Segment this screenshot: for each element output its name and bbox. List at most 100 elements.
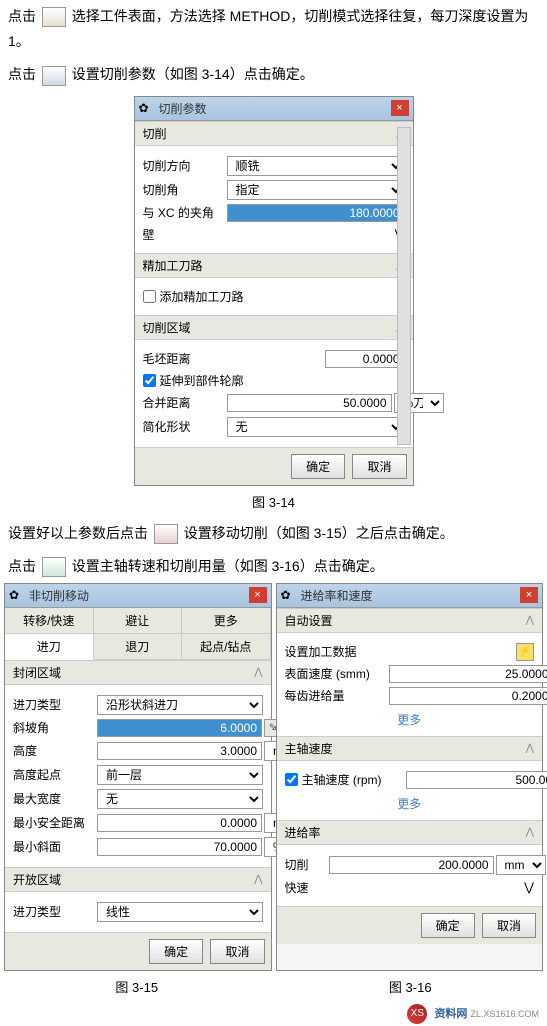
- blank-dist-label: 毛坯距离: [143, 350, 223, 367]
- collapse-icon: ⋀: [526, 615, 534, 626]
- gear-icon: ✿: [281, 588, 295, 602]
- blank-dist-input[interactable]: [325, 350, 405, 368]
- surface-speed-input[interactable]: [389, 665, 547, 683]
- tab-transfer[interactable]: 转移/快速: [5, 608, 94, 633]
- extend-checkbox[interactable]: [143, 374, 156, 387]
- doc-line-2: 点击 设置切削参数（如图 3-14）点击确定。: [0, 58, 547, 91]
- line2b: 设置切削参数（如图 3-14）点击确定。: [72, 66, 314, 82]
- section-region[interactable]: 切削区域 ⋀: [135, 315, 413, 340]
- direction-select[interactable]: 顺铣: [227, 156, 405, 176]
- line1b: 选择工件表面，方法选择 METHOD，切削模式选择往复，每刀深度设置为 1。: [8, 8, 528, 49]
- expand-icon[interactable]: ⋁: [524, 880, 534, 894]
- tab-start[interactable]: 起点/钻点: [182, 634, 271, 659]
- max-width-select[interactable]: 无: [97, 789, 263, 809]
- titlebar: ✿ 非切削移动 ×: [5, 584, 271, 608]
- more-link-2[interactable]: 更多: [285, 793, 535, 814]
- lightning-button[interactable]: ⚡: [516, 643, 534, 661]
- rapid-label: 快速: [285, 879, 365, 896]
- ramp-angle-input[interactable]: [97, 719, 262, 737]
- tab-retract[interactable]: 退刀: [94, 634, 183, 659]
- cut-label: 切削: [285, 856, 325, 873]
- section-spindle[interactable]: 主轴速度 ⋀: [277, 736, 543, 761]
- dialog-footer: 确定 取消: [277, 906, 543, 944]
- ok-button[interactable]: 确定: [421, 913, 475, 938]
- feed-speed-icon: [42, 557, 66, 577]
- extend-label: 延伸到部件轮廓: [160, 372, 244, 389]
- height-start-select[interactable]: 前一层: [97, 765, 263, 785]
- dialog-title: 非切削移动: [29, 587, 249, 604]
- titlebar: ✿ 切削参数 ×: [135, 97, 413, 121]
- add-finish-label: 添加精加工刀路: [160, 288, 244, 305]
- titlebar: ✿ 进给率和速度 ×: [277, 584, 543, 608]
- dialog-title: 进给率和速度: [301, 587, 521, 604]
- angle-label: 切削角: [143, 181, 223, 198]
- height-input[interactable]: [97, 742, 262, 760]
- feed-per-tooth-input[interactable]: [389, 687, 547, 705]
- close-button[interactable]: ×: [249, 587, 267, 603]
- scrollbar[interactable]: [397, 127, 411, 445]
- cut-unit-select[interactable]: mmpm: [496, 855, 546, 875]
- height-label: 高度: [13, 742, 93, 759]
- line3b: 设置移动切削（如图 3-15）之后点击确定。: [184, 525, 454, 541]
- cancel-button[interactable]: 取消: [482, 913, 536, 938]
- line1a: 点击: [8, 8, 36, 24]
- spindle-speed-input[interactable]: [406, 771, 547, 789]
- simplify-select[interactable]: 无: [227, 417, 405, 437]
- tab-more[interactable]: 更多: [182, 608, 271, 633]
- approach-type-select[interactable]: 沿形状斜进刀: [97, 695, 263, 715]
- height-start-label: 高度起点: [13, 766, 93, 783]
- add-finish-checkbox[interactable]: [143, 290, 156, 303]
- collapse-icon: ⋀: [254, 667, 262, 678]
- surface-speed-label: 表面速度 (smm): [285, 665, 385, 682]
- doc-line-4: 点击 设置主轴转速和切削用量（如图 3-16）点击确定。: [0, 550, 547, 583]
- line2a: 点击: [8, 66, 36, 82]
- ok-button[interactable]: 确定: [149, 939, 203, 964]
- cancel-button[interactable]: 取消: [352, 454, 406, 479]
- watermark-logo: XS: [407, 1004, 427, 1024]
- more-link-1[interactable]: 更多: [285, 709, 535, 730]
- spindle-checkbox[interactable]: [285, 773, 298, 786]
- spindle-speed-label: 主轴速度 (rpm): [302, 771, 402, 788]
- tab-avoid[interactable]: 避让: [94, 608, 183, 633]
- line3a: 设置好以上参数后点击: [8, 525, 148, 541]
- close-button[interactable]: ×: [520, 587, 538, 603]
- cut-input[interactable]: [329, 856, 494, 874]
- approach-type2-select[interactable]: 线性: [97, 902, 263, 922]
- section-open[interactable]: 开放区域 ⋀: [5, 867, 271, 892]
- feed-speed-dialog: ✿ 进给率和速度 × 自动设置 ⋀ 设置加工数据 ⚡ 表面速度 (smm) ▦ …: [276, 583, 544, 971]
- xc-angle-input[interactable]: [227, 204, 405, 222]
- min-ramp-input[interactable]: [97, 838, 262, 856]
- tab-row-2: 进刀 退刀 起点/钻点: [5, 634, 271, 660]
- feed-per-tooth-label: 每齿进给量: [285, 687, 385, 704]
- merge-dist-input[interactable]: [227, 394, 392, 412]
- gear-icon: ✿: [9, 588, 23, 602]
- section-auto[interactable]: 自动设置 ⋀: [277, 608, 543, 633]
- tab-approach[interactable]: 进刀: [5, 634, 94, 660]
- dialog-body: 切削 ⋀ 切削方向 顺铣 切削角 指定 与 XC 的夹角 壁 ⋁ 精加工刀路 ⋀: [135, 121, 413, 447]
- angle-select[interactable]: 指定: [227, 180, 405, 200]
- section-feed[interactable]: 进给率 ⋀: [277, 820, 543, 845]
- surface-icon: [42, 7, 66, 27]
- section-finish[interactable]: 精加工刀路 ⋀: [135, 253, 413, 278]
- doc-line-1: 点击 选择工件表面，方法选择 METHOD，切削模式选择往复，每刀深度设置为 1…: [0, 0, 547, 58]
- ok-button[interactable]: 确定: [291, 454, 345, 479]
- caption-14: 图 3-14: [0, 492, 547, 511]
- dialog-footer: 确定 取消: [5, 932, 271, 970]
- cancel-button[interactable]: 取消: [210, 939, 264, 964]
- watermark: XS 资料网 ZL.XS1616.COM: [0, 1002, 547, 1026]
- doc-line-3: 设置好以上参数后点击 设置移动切削（如图 3-15）之后点击确定。: [0, 517, 547, 550]
- section-closed[interactable]: 封闭区域 ⋀: [5, 660, 271, 685]
- ramp-angle-label: 斜坡角: [13, 719, 93, 736]
- simplify-label: 简化形状: [143, 418, 223, 435]
- close-button[interactable]: ×: [391, 100, 409, 116]
- gear-icon: ✿: [139, 101, 153, 115]
- wall-label: 壁: [143, 226, 223, 243]
- min-clearance-label: 最小安全距离: [13, 814, 93, 831]
- xc-angle-label: 与 XC 的夹角: [143, 204, 223, 221]
- min-ramp-label: 最小斜面: [13, 838, 93, 855]
- min-clearance-input[interactable]: [97, 814, 262, 832]
- non-cutting-moves-dialog: ✿ 非切削移动 × 转移/快速 避让 更多 进刀 退刀 起点/钻点 封闭区域 ⋀…: [4, 583, 272, 971]
- section-cut[interactable]: 切削 ⋀: [135, 121, 413, 146]
- set-data-label: 设置加工数据: [285, 643, 513, 660]
- cutting-params-dialog: ✿ 切削参数 × 切削 ⋀ 切削方向 顺铣 切削角 指定 与 XC 的夹角 壁 …: [134, 96, 414, 486]
